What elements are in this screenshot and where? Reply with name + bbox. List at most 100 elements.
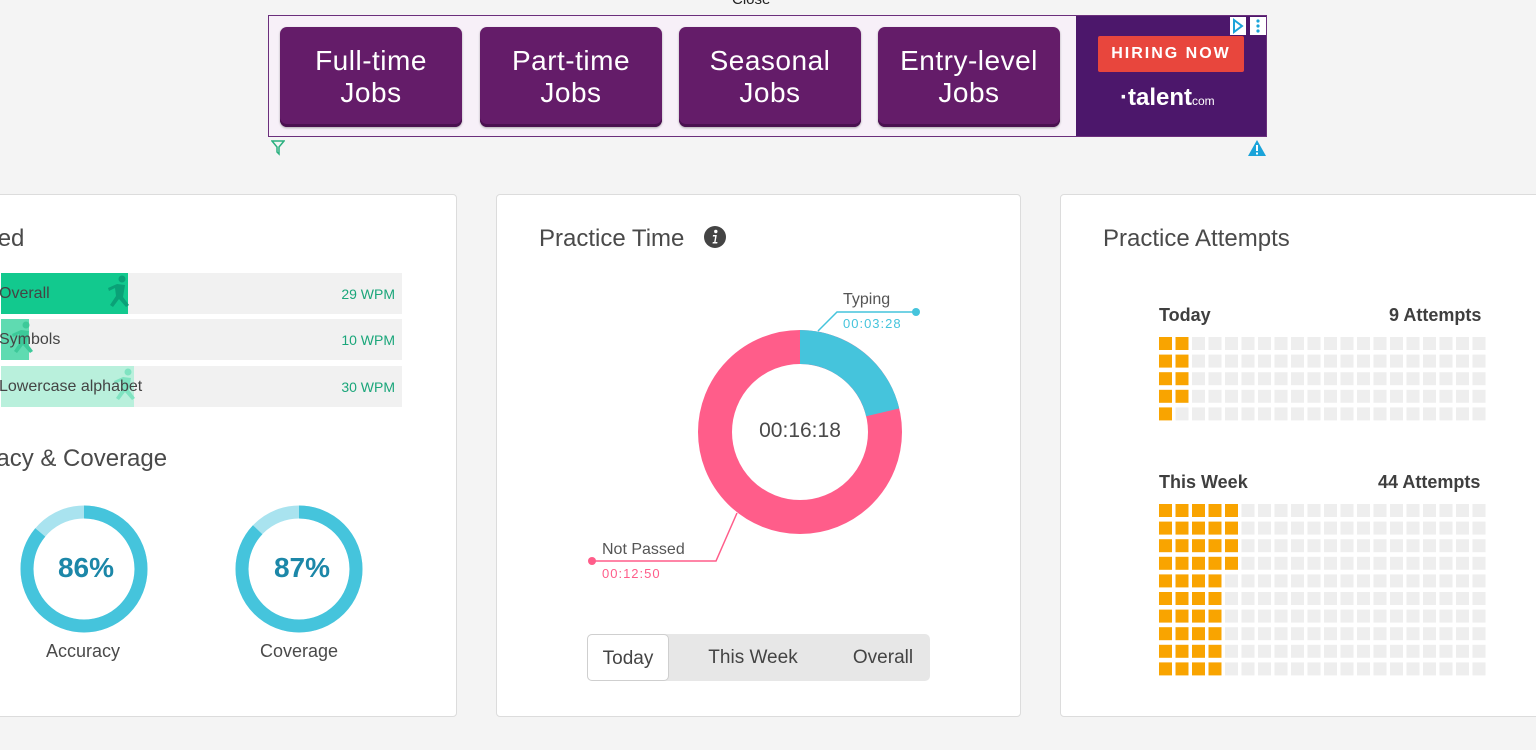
attempt-cell [1373,504,1387,517]
attempt-cell [1373,337,1387,350]
attempt-cell [1258,627,1271,641]
ad-button-entry-level[interactable]: Entry-level Jobs [878,27,1060,127]
attempt-cell [1340,521,1354,535]
attempt-cell [1225,556,1238,570]
attempt-cell [1159,372,1172,386]
attempt-cell [1439,609,1453,623]
attempt-cell [1258,337,1271,350]
tab-this-week[interactable]: This Week [691,634,815,681]
attempt-cell [1225,407,1238,421]
attempt-cell [1324,389,1337,403]
attempt-cell [1241,592,1255,605]
attempt-cell [1406,354,1420,368]
attempt-cell [1390,662,1403,676]
attempt-cell [1241,337,1255,350]
attempt-cell [1159,407,1172,421]
ad-button-seasonal[interactable]: Seasonal Jobs [679,27,861,127]
attempt-cell [1258,521,1271,535]
attempt-cell [1208,574,1222,588]
attempt-cell [1258,389,1271,403]
attempt-cell [1456,539,1469,553]
attempt-cell [1291,372,1304,386]
attempt-cell [1291,539,1304,553]
ad-banner[interactable]: Full-time Jobs Part-time Jobs Seasonal Jobs… [268,15,1267,137]
attempt-cell [1357,592,1370,605]
attempt-cell [1307,556,1321,570]
attempt-cell [1159,556,1172,570]
speed-value: 29 WPM [341,286,395,302]
attempt-cell [1192,592,1205,605]
tab-overall[interactable]: Overall [837,634,929,681]
attempt-cell [1357,389,1370,403]
attempt-cell [1324,354,1337,368]
attempt-cell [1175,556,1189,570]
attempt-cell [1307,592,1321,605]
attempt-cell [1340,389,1354,403]
attempt-cell [1406,644,1420,658]
attempt-cell [1439,354,1453,368]
attempt-cell [1472,389,1486,403]
not-passed-leader-dot [588,557,596,565]
filter-icon[interactable] [270,140,286,161]
ad-button-full-time[interactable]: Full-time Jobs [280,27,462,127]
attempt-cell [1472,644,1486,658]
attempt-cell [1456,627,1469,641]
attempt-cell [1175,662,1189,676]
attempt-cell [1472,407,1486,421]
adchoices-icon[interactable] [1230,17,1246,35]
attempt-cell [1423,662,1436,676]
attempt-cell [1439,627,1453,641]
attempt-cell [1456,592,1469,605]
warning-icon[interactable] [1247,139,1267,162]
attempt-cell [1472,354,1486,368]
attempt-cell [1307,354,1321,368]
attempts-today-label: Today [1159,305,1211,325]
attempt-cell [1291,627,1304,641]
attempt-cell [1340,662,1354,676]
ad-close-link[interactable]: Close [732,0,770,8]
attempt-cell [1406,389,1420,403]
attempt-cell [1423,521,1436,535]
attempt-cell [1192,337,1205,350]
attempt-cell [1225,389,1238,403]
attempt-cell [1324,407,1337,421]
attempt-cell [1175,609,1189,623]
attempt-cell [1324,372,1337,386]
attempt-cell [1439,372,1453,386]
attempt-cell [1406,337,1420,350]
attempt-cell [1208,592,1222,605]
attempt-cell [1340,627,1354,641]
ad-brand-panel[interactable]: HIRING NOW ·talentcom [1076,16,1266,136]
attempt-cell [1225,337,1238,350]
attempt-cell [1390,574,1403,588]
attempt-cell [1274,407,1288,421]
attempt-cell [1208,521,1222,535]
attempt-cell [1439,504,1453,517]
ad-button-part-time[interactable]: Part-time Jobs [480,27,662,127]
attempt-cell [1456,644,1469,658]
attempt-cell [1390,504,1403,517]
attempt-cell [1274,609,1288,623]
attempt-cell [1192,627,1205,641]
attempt-cell [1423,592,1436,605]
coverage-label: Coverage [259,641,339,661]
accuracy-percent: 86% [57,552,115,583]
attempt-cell [1192,644,1205,658]
speed-value: 10 WPM [341,332,395,348]
attempt-cell [1456,372,1469,386]
attempt-cell [1307,407,1321,421]
attempt-cell [1439,389,1453,403]
speed-label: Lowercase alphabet [0,378,143,395]
attempt-cell [1390,337,1403,350]
attempt-cell [1307,644,1321,658]
attempt-cell [1423,609,1436,623]
attempt-cell [1291,644,1304,658]
tab-today[interactable]: Today [587,634,669,681]
info-icon[interactable] [703,225,727,249]
attempt-cell [1291,592,1304,605]
more-vertical-icon[interactable] [1250,17,1266,35]
attempt-cell [1159,609,1172,623]
speed-title: Speed [0,225,25,252]
attempt-cell [1208,644,1222,658]
attempt-cell [1456,574,1469,588]
